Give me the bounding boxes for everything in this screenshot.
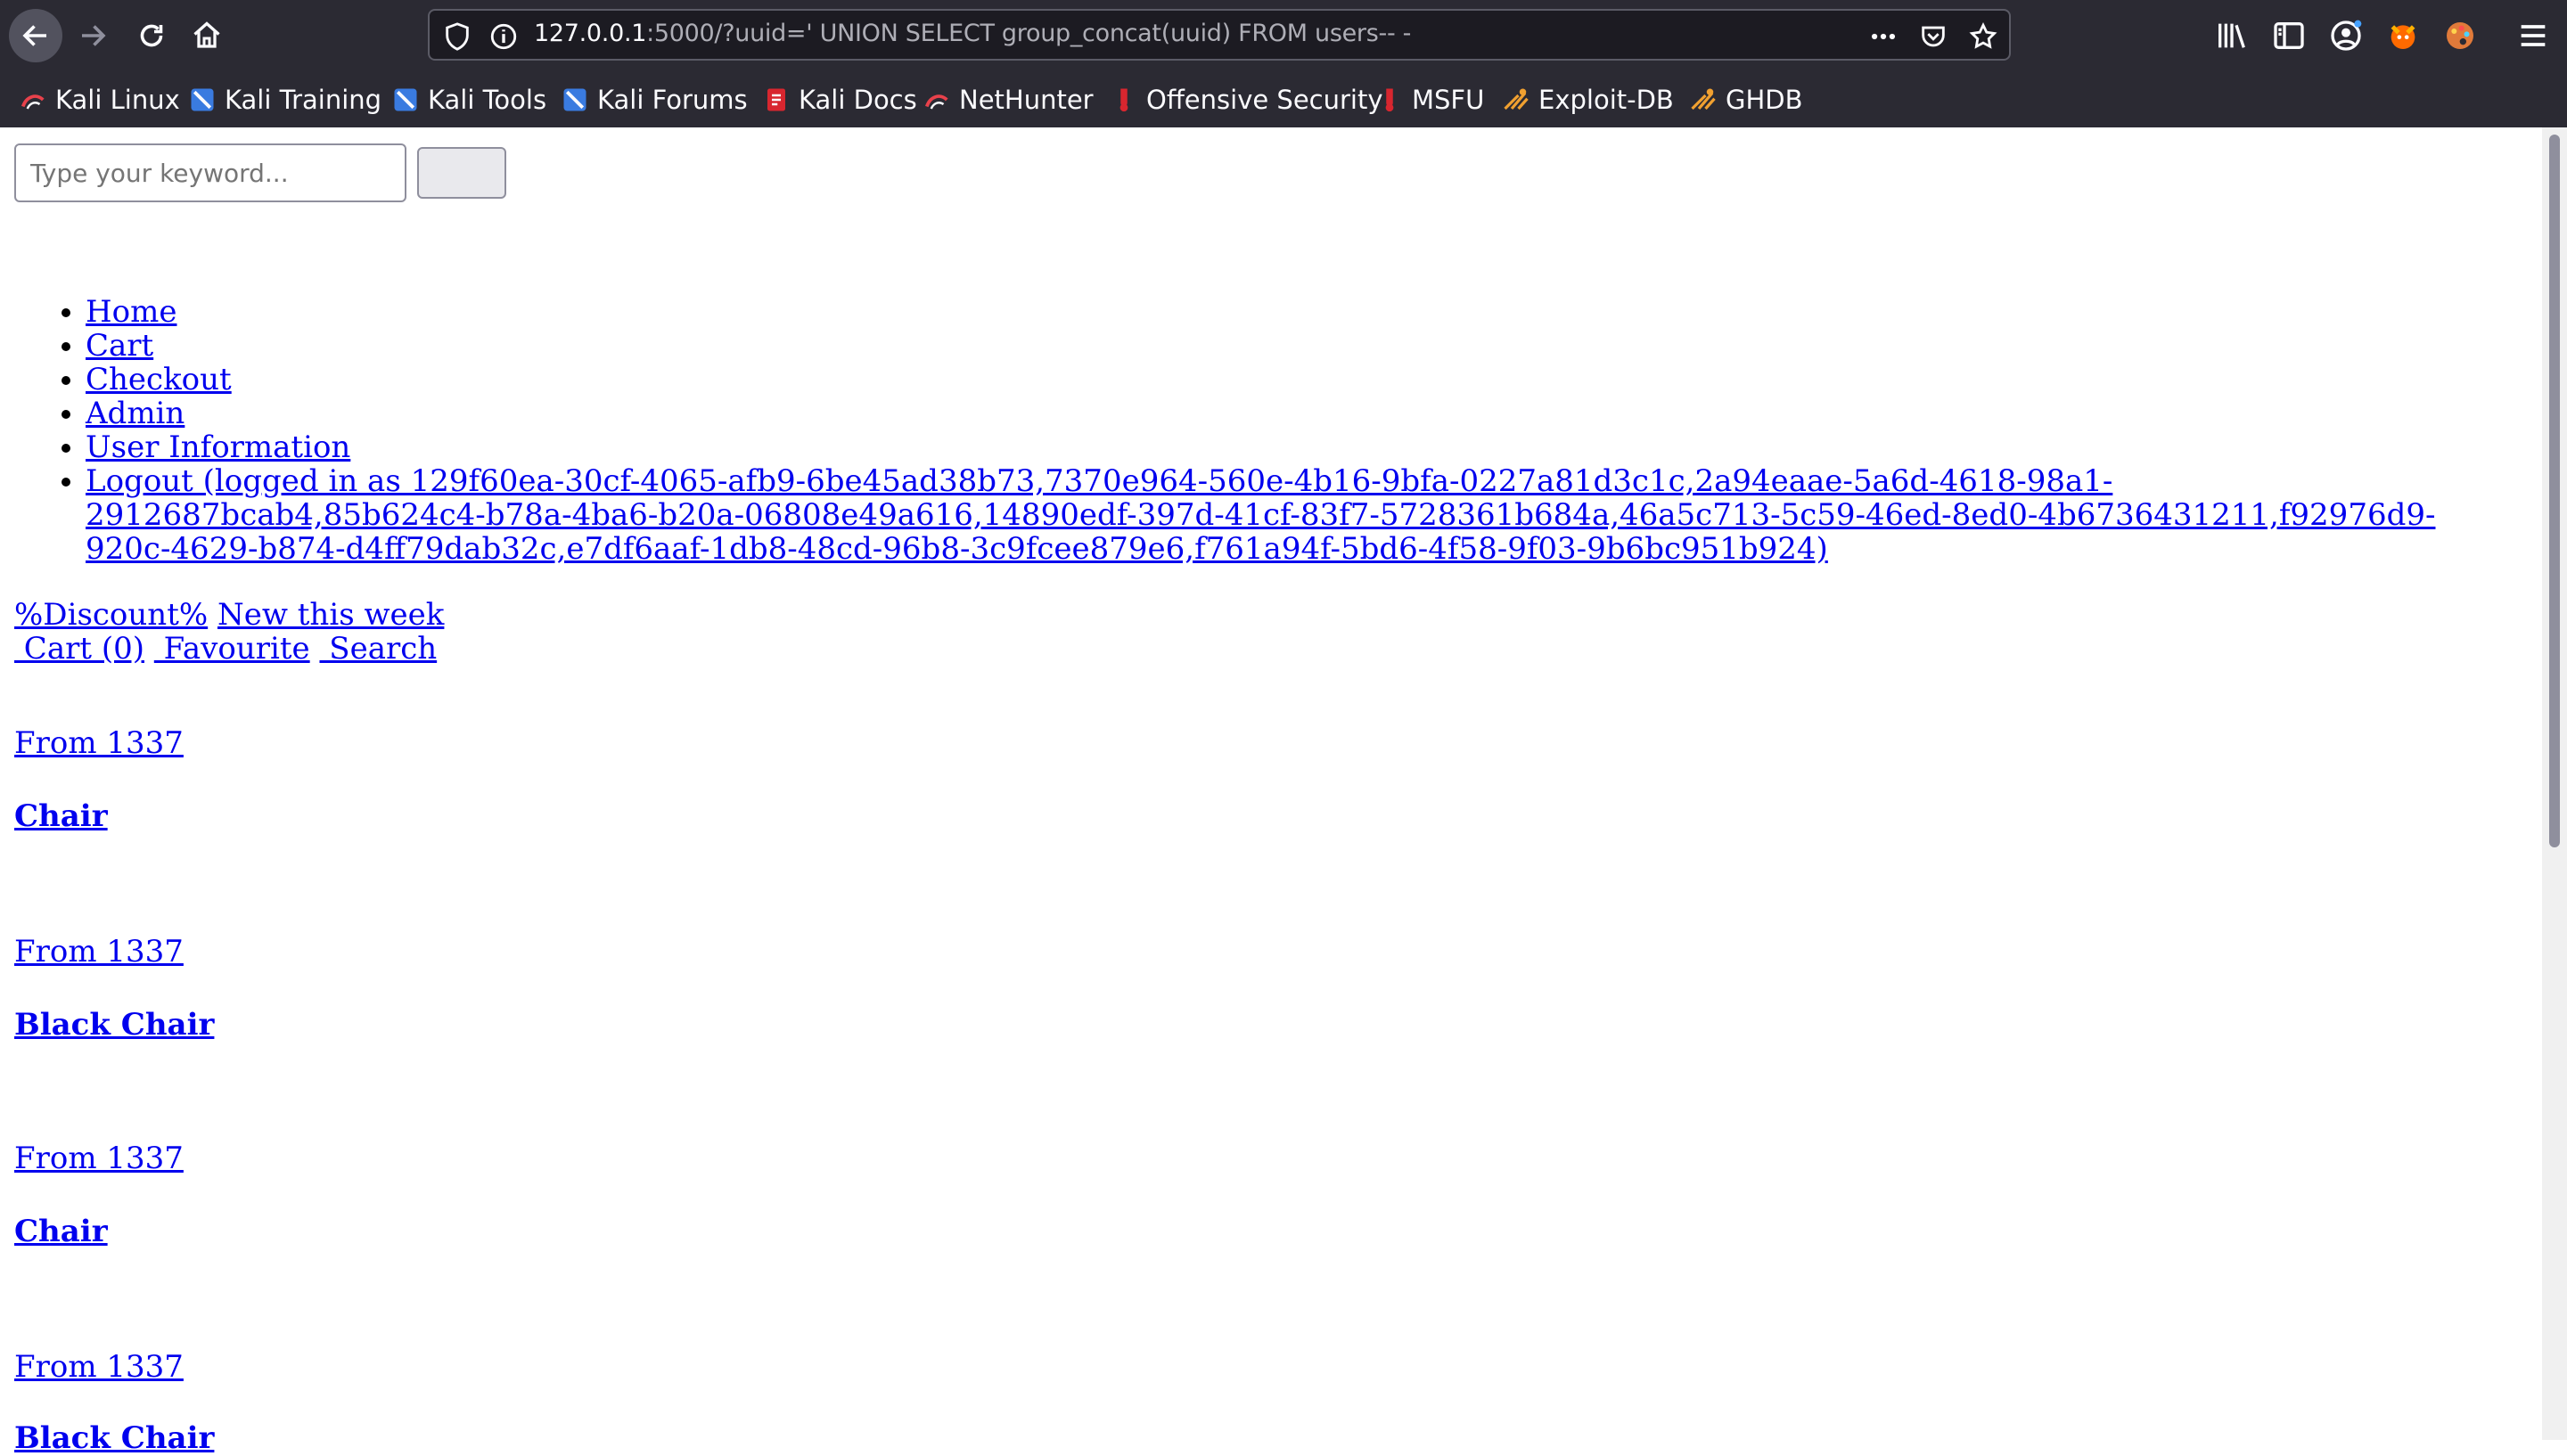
- sidebar-icon[interactable]: [2271, 18, 2307, 53]
- kali-tools-icon: [394, 88, 417, 111]
- offensive-security-icon: [1119, 88, 1128, 112]
- url-path: :5000/?uuid=' UNION SELECT group_concat(…: [646, 20, 1412, 47]
- bookmark-label: NetHunter: [959, 85, 1094, 115]
- product-title-link[interactable]: Chair: [14, 798, 108, 834]
- search-link[interactable]: Search: [319, 631, 437, 667]
- forward-button[interactable]: [66, 9, 119, 62]
- reload-icon: [140, 24, 163, 47]
- nav-item-user-information: User Information: [86, 430, 2510, 464]
- product-price-link[interactable]: From 1337: [14, 1350, 184, 1384]
- scrollbar-thumb[interactable]: [2549, 135, 2560, 847]
- bookmark-kali-forums[interactable]: Kali Forums: [562, 78, 748, 121]
- nav-item-checkout: Checkout: [86, 363, 2510, 397]
- back-arrow-icon: [22, 25, 46, 46]
- tracking-shield-icon[interactable]: [442, 21, 472, 52]
- bookmark-label: GHDB: [1726, 85, 1803, 115]
- bookmark-label: Kali Docs: [799, 85, 917, 115]
- nav-item-admin: Admin: [86, 397, 2510, 430]
- bookmark-label: Offensive Security: [1146, 85, 1383, 115]
- reload-button[interactable]: [125, 9, 178, 62]
- url-text[interactable]: 127.0.0.1:5000/?uuid=' UNION SELECT grou…: [534, 20, 1411, 47]
- app-menu-icon[interactable]: [2515, 18, 2551, 53]
- home-button[interactable]: [180, 9, 234, 62]
- nav-link-logout[interactable]: Logout (logged in as 129f60ea-30cf-4065-…: [86, 463, 2435, 567]
- discount-link[interactable]: %Discount%: [14, 597, 208, 633]
- product-title: Chair: [14, 1215, 108, 1248]
- browser-toolbar: 127.0.0.1:5000/?uuid=' UNION SELECT grou…: [0, 0, 2567, 71]
- ghdb-icon: [1691, 88, 1716, 110]
- bookmark-label: Kali Training: [225, 85, 382, 115]
- bookmark-star-icon[interactable]: [1968, 21, 1998, 52]
- nav-link-cart[interactable]: Cart: [86, 328, 153, 364]
- bookmark-kali-training[interactable]: Kali Training: [189, 78, 381, 121]
- nav-item-home: Home: [86, 295, 2510, 329]
- account-icon[interactable]: [2328, 18, 2364, 53]
- page-actions-icon[interactable]: [1868, 21, 1899, 52]
- kali-training-icon: [191, 88, 214, 111]
- library-icon[interactable]: [2214, 18, 2250, 53]
- exploit-db-icon: [1504, 88, 1529, 110]
- kali-docs-icon: [767, 88, 785, 111]
- favourite-link[interactable]: Favourite: [154, 631, 310, 667]
- new-this-week-link[interactable]: New this week: [217, 597, 444, 633]
- bookmarks-toolbar: Kali Linux Kali Training Kali Tools Kali…: [0, 78, 2567, 121]
- product-title: Black Chair: [14, 1421, 214, 1455]
- search-button[interactable]: [417, 147, 506, 199]
- msfu-icon: [1385, 88, 1394, 112]
- page-scrollbar[interactable]: [2542, 127, 2567, 1440]
- bookmark-kali-tools[interactable]: Kali Tools: [392, 78, 546, 121]
- product-price-link[interactable]: From 1337: [14, 1141, 184, 1175]
- extension-fox-icon[interactable]: [2385, 18, 2421, 53]
- product-price-link[interactable]: From 1337: [14, 726, 184, 760]
- kali-forums-icon: [563, 88, 586, 111]
- url-host: 127.0.0.1: [534, 20, 647, 47]
- bookmark-label: MSFU: [1412, 85, 1485, 115]
- home-icon: [193, 21, 220, 48]
- nav-link-checkout[interactable]: Checkout: [86, 362, 232, 397]
- color-palette-icon[interactable]: [2442, 18, 2478, 53]
- back-button[interactable]: [9, 9, 62, 62]
- pocket-icon[interactable]: [1918, 21, 1948, 52]
- nav-item-logout: Logout (logged in as 129f60ea-30cf-4065-…: [86, 464, 2510, 566]
- nethunter-icon: [924, 94, 948, 110]
- bookmark-exploit-db[interactable]: Exploit-DB: [1503, 78, 1674, 121]
- bookmark-kali-docs[interactable]: Kali Docs: [763, 78, 917, 121]
- quick-links: Cart (0) Favourite Search: [14, 632, 437, 666]
- page-content: Home Cart Checkout Admin User Informatio…: [0, 127, 2542, 1455]
- bookmark-label: Kali Forums: [597, 85, 748, 115]
- bookmark-nethunter[interactable]: NetHunter: [923, 78, 1094, 121]
- search-input[interactable]: [14, 143, 406, 202]
- nav-link-home[interactable]: Home: [86, 294, 176, 330]
- bookmark-ghdb[interactable]: GHDB: [1690, 78, 1803, 121]
- product-title: Chair: [14, 799, 108, 833]
- product-price-link[interactable]: From 1337: [14, 935, 184, 969]
- bookmark-msfu[interactable]: MSFU: [1376, 78, 1484, 121]
- bookmark-label: Kali Linux: [55, 85, 180, 115]
- bookmark-label: Kali Tools: [428, 85, 547, 115]
- product-title-link[interactable]: Black Chair: [14, 1420, 214, 1456]
- nav-link-admin[interactable]: Admin: [86, 396, 185, 431]
- site-info-icon[interactable]: [488, 21, 519, 52]
- product-title-link[interactable]: Chair: [14, 1214, 108, 1249]
- nav-link-user-information[interactable]: User Information: [86, 429, 350, 465]
- bookmark-label: Exploit-DB: [1538, 85, 1674, 115]
- bookmark-kali-linux[interactable]: Kali Linux: [20, 78, 180, 121]
- kali-linux-icon: [21, 94, 45, 110]
- nav-item-cart: Cart: [86, 329, 2510, 363]
- address-bar[interactable]: 127.0.0.1:5000/?uuid=' UNION SELECT grou…: [428, 9, 2011, 61]
- browser-chrome: 127.0.0.1:5000/?uuid=' UNION SELECT grou…: [0, 0, 2567, 127]
- product-title: Black Chair: [14, 1008, 214, 1042]
- promo-links: %Discount% New this week: [14, 598, 444, 632]
- product-title-link[interactable]: Black Chair: [14, 1007, 214, 1043]
- nav-list: Home Cart Checkout Admin User Informatio…: [0, 295, 2510, 566]
- cart-link[interactable]: Cart (0): [14, 631, 144, 667]
- forward-arrow-icon: [82, 25, 106, 46]
- bookmark-offensive-security[interactable]: Offensive Security: [1111, 78, 1383, 121]
